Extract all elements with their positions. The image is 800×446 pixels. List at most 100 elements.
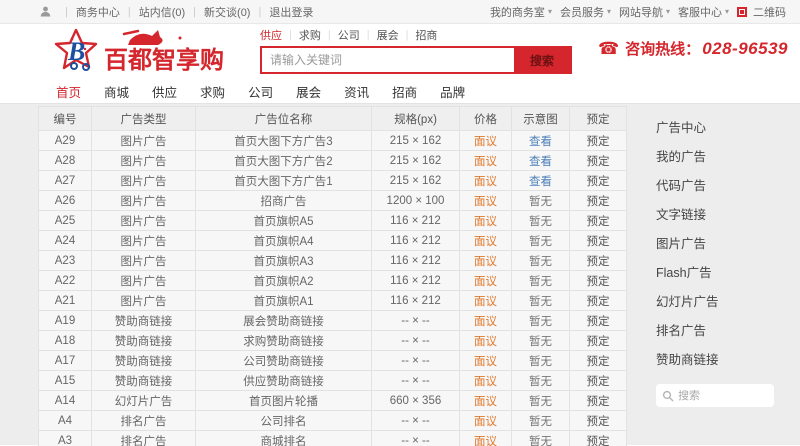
cell-price: 面议 — [460, 391, 512, 411]
topbar-menu-4[interactable]: 二维码 — [737, 4, 786, 20]
reserve-link[interactable]: 预定 — [570, 391, 627, 411]
sidebar-item-6[interactable]: 幻灯片广告 — [656, 288, 800, 317]
search-input[interactable] — [262, 48, 514, 72]
cell-price: 面议 — [460, 231, 512, 251]
cell-ad-type: 赞助商链接 — [92, 311, 196, 331]
cell-id: A29 — [39, 131, 92, 151]
view-sample-link[interactable]: 查看 — [529, 176, 552, 188]
nav-item-5[interactable]: 展会 — [296, 82, 321, 101]
no-sample-text: 暂无 — [529, 416, 552, 428]
nav-item-4[interactable]: 公司 — [248, 82, 273, 101]
nav-item-7[interactable]: 招商 — [392, 82, 417, 101]
topbar-link-1[interactable]: 站内信(0) — [139, 4, 185, 20]
reserve-link[interactable]: 预定 — [570, 351, 627, 371]
reserve-link[interactable]: 预定 — [570, 331, 627, 351]
reserve-link[interactable]: 预定 — [570, 171, 627, 191]
cell-id: A25 — [39, 211, 92, 231]
nav-item-2[interactable]: 供应 — [152, 82, 177, 101]
cell-ad-name: 招商广告 — [196, 191, 372, 211]
page: |商务中心|站内信(0)|新交谈(0)|退出登录 我的商务室▾会员服务▾网站导航… — [0, 0, 800, 446]
reserve-link[interactable]: 预定 — [570, 151, 627, 171]
top-utility-bar: |商务中心|站内信(0)|新交谈(0)|退出登录 我的商务室▾会员服务▾网站导航… — [0, 0, 800, 24]
sidebar-item-2[interactable]: 代码广告 — [656, 172, 800, 201]
topbar-link-2[interactable]: 新交谈(0) — [204, 4, 250, 20]
search-tab-1[interactable]: 求购 — [299, 27, 321, 43]
reserve-link[interactable]: 预定 — [570, 311, 627, 331]
cell-sample: 暂无 — [512, 411, 570, 431]
no-sample-text: 暂无 — [529, 196, 552, 208]
cell-spec: 1200 × 100 — [372, 191, 460, 211]
cell-price: 面议 — [460, 271, 512, 291]
search-tab-3[interactable]: 展会 — [377, 27, 399, 43]
separator: | — [193, 6, 196, 18]
topbar-link-0[interactable]: 商务中心 — [76, 4, 120, 20]
search-button[interactable]: 搜索 — [514, 48, 570, 72]
cell-ad-type: 图片广告 — [92, 191, 196, 211]
nav-item-8[interactable]: 品牌 — [440, 82, 465, 101]
search-category-tabs: 供应|求购|公司|展会|招商 — [260, 27, 572, 43]
nav-item-3[interactable]: 求购 — [200, 82, 225, 101]
sidebar-item-4[interactable]: 图片广告 — [656, 230, 800, 259]
topbar-menu-2[interactable]: 网站导航▾ — [619, 4, 670, 20]
reserve-link[interactable]: 预定 — [570, 431, 627, 446]
topbar-menu-label: 我的商务室 — [490, 4, 545, 20]
reserve-link[interactable]: 预定 — [570, 411, 627, 431]
cell-ad-name: 首页大图下方广告3 — [196, 131, 372, 151]
search-tab-2[interactable]: 公司 — [338, 27, 360, 43]
topbar-menu-0[interactable]: 我的商务室▾ — [490, 4, 552, 20]
sidebar-item-1[interactable]: 我的广告 — [656, 143, 800, 172]
site-logo[interactable]: B 百都智享购 — [52, 26, 247, 80]
nav-item-0[interactable]: 首页 — [56, 82, 81, 101]
cell-ad-name: 展会赞助商链接 — [196, 311, 372, 331]
view-sample-link[interactable]: 查看 — [529, 136, 552, 148]
reserve-link[interactable]: 预定 — [570, 371, 627, 391]
view-sample-link[interactable]: 查看 — [529, 156, 552, 168]
cell-id: A27 — [39, 171, 92, 191]
reserve-link[interactable]: 预定 — [570, 231, 627, 251]
topbar-menu-label: 二维码 — [753, 4, 786, 20]
sidebar-item-8[interactable]: 赞助商链接 — [656, 346, 800, 375]
cell-ad-type: 图片广告 — [92, 231, 196, 251]
cell-ad-name: 首页旗帜A5 — [196, 211, 372, 231]
chevron-down-icon: ▾ — [548, 7, 552, 16]
cell-spec: -- × -- — [372, 411, 460, 431]
search-tab-0[interactable]: 供应 — [260, 27, 282, 43]
cell-ad-name: 首页旗帜A4 — [196, 231, 372, 251]
topbar-menu-1[interactable]: 会员服务▾ — [560, 4, 611, 20]
cell-price: 面议 — [460, 211, 512, 231]
chevron-down-icon: ▾ — [607, 7, 611, 16]
sidebar-menu: 广告中心我的广告代码广告文字链接图片广告Flash广告幻灯片广告排名广告赞助商链… — [656, 114, 800, 375]
search-tab-4[interactable]: 招商 — [415, 27, 437, 43]
sidebar-item-0[interactable]: 广告中心 — [656, 114, 800, 143]
cell-price: 面议 — [460, 171, 512, 191]
sidebar-item-3[interactable]: 文字链接 — [656, 201, 800, 230]
sidebar-item-7[interactable]: 排名广告 — [656, 317, 800, 346]
cell-sample: 暂无 — [512, 271, 570, 291]
reserve-link[interactable]: 预定 — [570, 191, 627, 211]
nav-item-6[interactable]: 资讯 — [344, 82, 369, 101]
table-row: A14幻灯片广告首页图片轮播660 × 356面议暂无预定 — [39, 391, 627, 411]
search-bar: 搜索 — [260, 46, 572, 74]
nav-item-1[interactable]: 商城 — [104, 82, 129, 101]
cell-id: A14 — [39, 391, 92, 411]
cell-spec: 116 × 212 — [372, 251, 460, 271]
sidebar-item-5[interactable]: Flash广告 — [656, 259, 800, 288]
reserve-link[interactable]: 预定 — [570, 131, 627, 151]
cell-id: A26 — [39, 191, 92, 211]
topbar-menu-3[interactable]: 客服中心▾ — [678, 4, 729, 20]
cell-price: 面议 — [460, 411, 512, 431]
reserve-link[interactable]: 预定 — [570, 271, 627, 291]
separator: | — [367, 29, 370, 41]
cell-sample: 暂无 — [512, 251, 570, 271]
topbar-link-3[interactable]: 退出登录 — [269, 4, 313, 20]
cell-id: A28 — [39, 151, 92, 171]
sidebar-search-input[interactable] — [678, 390, 758, 402]
topbar-menu-label: 客服中心 — [678, 4, 722, 20]
cell-ad-type: 图片广告 — [92, 251, 196, 271]
search-icon — [662, 390, 674, 402]
reserve-link[interactable]: 预定 — [570, 211, 627, 231]
table-row: A15赞助商链接供应赞助商链接-- × --面议暂无预定 — [39, 371, 627, 391]
reserve-link[interactable]: 预定 — [570, 291, 627, 311]
cell-sample: 暂无 — [512, 371, 570, 391]
reserve-link[interactable]: 预定 — [570, 251, 627, 271]
